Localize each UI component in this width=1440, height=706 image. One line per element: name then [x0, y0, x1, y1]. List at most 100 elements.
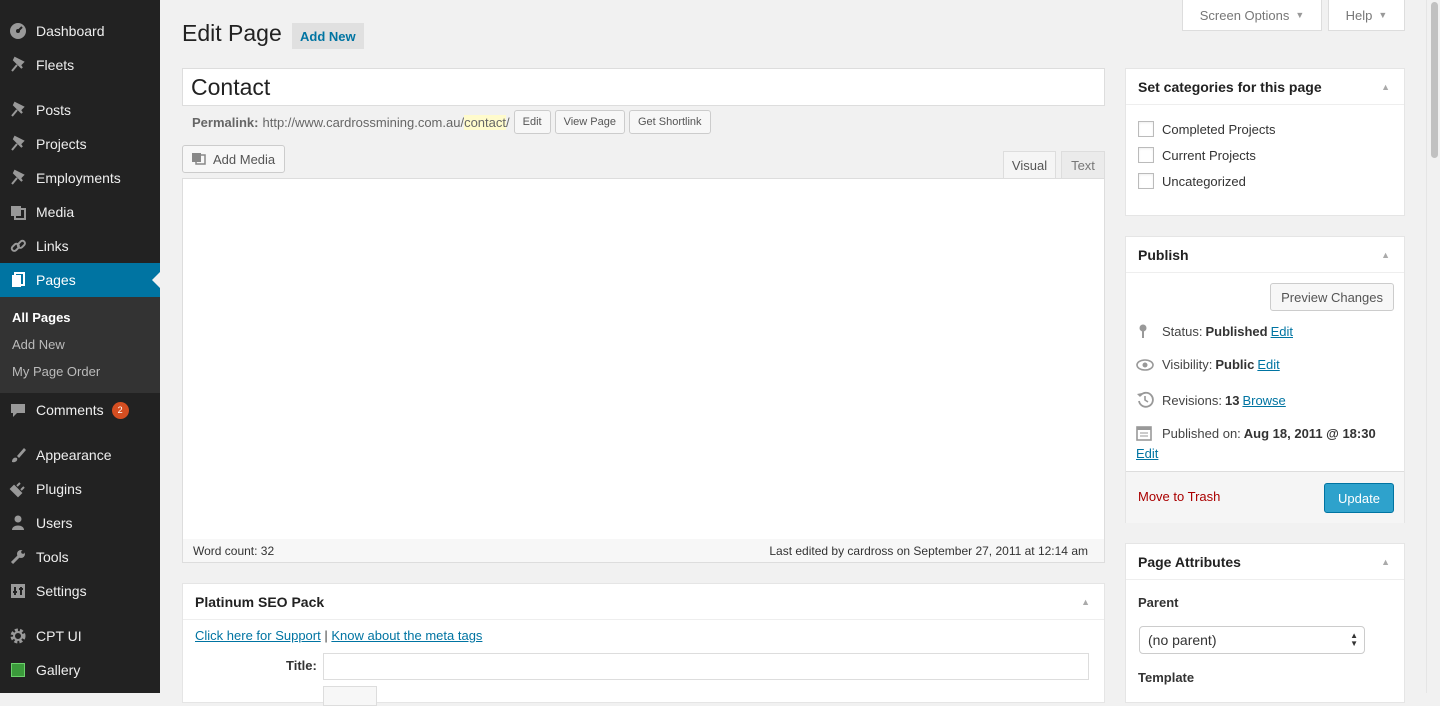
add-media-button[interactable]: Add Media [182, 145, 285, 173]
menu-item-projects[interactable]: Projects [0, 127, 160, 161]
seo-box-header[interactable]: Platinum SEO Pack ▲ [183, 584, 1104, 620]
menu-label: Settings [36, 583, 87, 599]
browse-revisions-link[interactable]: Browse [1242, 393, 1285, 408]
pin-icon [0, 135, 36, 153]
menu-item-pages[interactable]: Pages [0, 263, 160, 297]
view-page-button[interactable]: View Page [554, 110, 625, 134]
parent-select[interactable]: (no parent) ▲ ▼ [1139, 626, 1365, 654]
edit-visibility-link[interactable]: Edit [1257, 357, 1279, 372]
seo-title-input[interactable] [323, 653, 1089, 680]
menu-item-tools[interactable]: Tools [0, 540, 160, 574]
editor-status-bar: Word count: 32 Last edited by cardross o… [182, 539, 1105, 563]
menu-item-appearance[interactable]: Appearance [0, 438, 160, 472]
menu-item-fleets[interactable]: Fleets [0, 48, 160, 82]
update-button[interactable]: Update [1324, 483, 1394, 513]
menu-item-settings[interactable]: Settings [0, 574, 160, 608]
media-icon [191, 150, 207, 169]
last-edited: Last edited by cardross on September 27,… [769, 543, 1088, 558]
categories-box-header[interactable]: Set categories for this page ▲ [1126, 69, 1404, 105]
menu-label: Tools [36, 549, 69, 565]
scrollbar-thumb[interactable] [1431, 2, 1438, 158]
menu-item-cpt-ui[interactable]: CPT UI [0, 619, 160, 653]
category-checkbox[interactable] [1138, 173, 1154, 189]
preview-changes-button[interactable]: Preview Changes [1270, 283, 1394, 311]
meta-tags-link[interactable]: Know about the meta tags [331, 628, 482, 643]
tab-visual[interactable]: Visual [1003, 151, 1056, 179]
categories-box-title: Set categories for this page [1138, 78, 1322, 95]
menu-label: CPT UI [36, 628, 82, 644]
page-attributes-box: Page Attributes ▲ Parent (no parent) ▲ ▼ … [1125, 543, 1405, 703]
visibility-value: Public [1215, 357, 1255, 372]
attributes-box-header[interactable]: Page Attributes ▲ [1126, 544, 1404, 580]
brush-icon [0, 446, 36, 464]
visibility-label: Visibility: [1162, 357, 1213, 372]
menu-item-plugins[interactable]: Plugins [0, 472, 160, 506]
category-checkbox[interactable] [1138, 121, 1154, 137]
edit-status-link[interactable]: Edit [1271, 324, 1293, 339]
category-item[interactable]: Uncategorized [1138, 173, 1246, 189]
menu-item-gallery[interactable]: Gallery [0, 653, 160, 687]
status-label: Status: [1162, 323, 1203, 339]
menu-label: Projects [36, 136, 87, 152]
parent-label: Parent [1138, 595, 1179, 610]
categories-box: Set categories for this page ▲ Completed… [1125, 68, 1405, 216]
content-editor[interactable] [182, 178, 1105, 540]
submenu-all-pages[interactable]: All Pages [12, 310, 71, 325]
history-icon [1136, 391, 1162, 409]
screen-options-button[interactable]: Screen Options ▼ [1182, 0, 1322, 31]
pages-icon [0, 271, 36, 289]
get-shortlink-button[interactable]: Get Shortlink [628, 110, 711, 134]
publish-box-header[interactable]: Publish ▲ [1126, 237, 1404, 273]
menu-item-media[interactable]: Media [0, 195, 160, 229]
attributes-box-title: Page Attributes [1138, 553, 1241, 570]
pages-submenu: All Pages Add New My Page Order [0, 297, 160, 393]
plugin-icon [0, 480, 36, 498]
edit-date-link[interactable]: Edit [1136, 446, 1158, 461]
seo-next-field[interactable] [323, 686, 377, 706]
toggle-arrow-icon[interactable]: ▲ [1081, 597, 1090, 607]
permalink-trailing: / [505, 114, 510, 130]
menu-label: Employments [36, 170, 121, 186]
category-label: Current Projects [1162, 147, 1256, 163]
page-scrollbar[interactable] [1426, 0, 1440, 693]
toggle-arrow-icon[interactable]: ▲ [1381, 250, 1390, 260]
support-link[interactable]: Click here for Support [195, 628, 321, 643]
menu-label: Users [36, 515, 73, 531]
pin-icon [0, 101, 36, 119]
revisions-row: Revisions: 13 Browse [1136, 391, 1286, 409]
toggle-arrow-icon[interactable]: ▲ [1381, 557, 1390, 567]
seo-box-title: Platinum SEO Pack [195, 593, 325, 610]
add-new-button[interactable]: Add New [292, 23, 364, 49]
separator: | [324, 628, 328, 643]
permalink-base: http://www.cardrossmining.com.au/ [262, 114, 465, 130]
status-row: Status: Published Edit [1136, 323, 1293, 339]
permalink-row: Permalink: http://www.cardrossmining.com… [192, 110, 711, 134]
menu-label: Gallery [36, 662, 81, 678]
menu-item-employments[interactable]: Employments [0, 161, 160, 195]
submenu-my-page-order[interactable]: My Page Order [12, 364, 100, 379]
menu-item-users[interactable]: Users [0, 506, 160, 540]
help-label: Help [1345, 7, 1373, 23]
menu-label: Appearance [36, 447, 112, 463]
category-checkbox[interactable] [1138, 147, 1154, 163]
help-button[interactable]: Help ▼ [1328, 0, 1405, 31]
menu-label: Comments [36, 402, 104, 418]
edit-permalink-button[interactable]: Edit [513, 110, 551, 134]
settings-icon [0, 582, 36, 600]
submenu-add-new[interactable]: Add New [12, 337, 65, 352]
menu-item-links[interactable]: Links [0, 229, 160, 263]
category-item[interactable]: Current Projects [1138, 147, 1256, 163]
permalink-slug[interactable]: contact [464, 114, 506, 130]
menu-item-posts[interactable]: Posts [0, 93, 160, 127]
admin-sidebar: Dashboard Fleets Posts Projects Employme… [0, 0, 160, 693]
media-icon [0, 203, 36, 221]
menu-item-dashboard[interactable]: Dashboard [0, 14, 160, 48]
toggle-arrow-icon[interactable]: ▲ [1381, 82, 1390, 92]
menu-item-comments[interactable]: Comments 2 [0, 393, 160, 427]
post-title-input[interactable]: Contact [182, 68, 1105, 106]
move-to-trash-link[interactable]: Move to Trash [1138, 489, 1220, 504]
seo-title-label: Title: [286, 658, 317, 673]
user-icon [0, 514, 36, 532]
category-item[interactable]: Completed Projects [1138, 121, 1275, 137]
tab-text[interactable]: Text [1061, 151, 1105, 179]
